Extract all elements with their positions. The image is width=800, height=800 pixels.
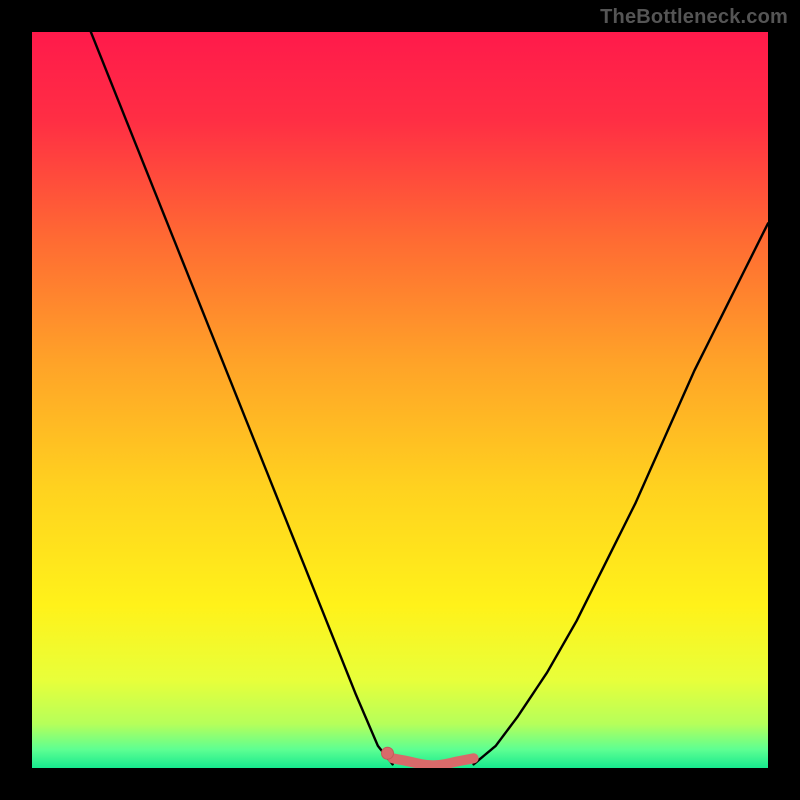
watermark-text: TheBottleneck.com xyxy=(600,6,788,29)
chart-svg xyxy=(32,32,768,768)
plot-area xyxy=(32,32,768,768)
floor-dot xyxy=(381,747,393,759)
chart-container: TheBottleneck.com xyxy=(0,0,800,800)
